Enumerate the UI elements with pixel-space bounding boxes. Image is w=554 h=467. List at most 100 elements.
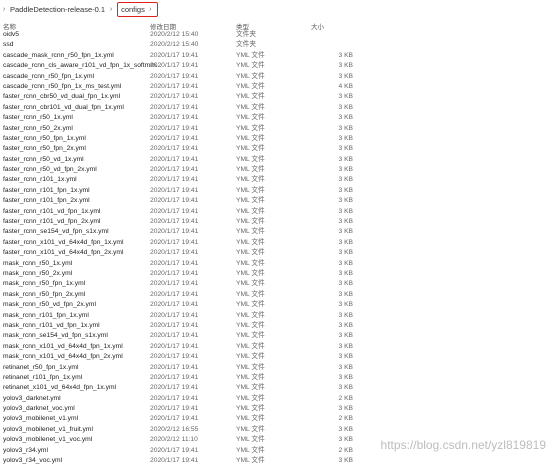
file-row[interactable]: faster_rcnn_r101_fpn_2x.yml 2020/1/17 19:…: [0, 196, 554, 206]
file-row[interactable]: retinanet_r101_fpn_1x.yml 2020/1/17 19:41…: [0, 373, 554, 383]
file-name: faster_rcnn_r50_fpn_1x.yml: [3, 134, 86, 142]
chevron-right-icon[interactable]: ›: [0, 6, 8, 13]
file-name: faster_rcnn_r101_vd_fpn_2x.yml: [3, 218, 101, 226]
file-date-modified: 2020/1/17 19:41: [150, 280, 199, 288]
file-type: YML 文件: [236, 93, 265, 101]
file-name: mask_rcnn_x101_vd_64x4d_fpn_1x.yml: [3, 342, 123, 350]
file-row[interactable]: ssd 2020/2/12 15:40 文件夹: [0, 40, 554, 50]
file-size: 3 KB: [338, 332, 354, 340]
file-row[interactable]: faster_rcnn_r50_fpn_2x.yml 2020/1/17 19:4…: [0, 144, 554, 154]
file-size: 3 KB: [338, 384, 354, 392]
file-row[interactable]: mask_rcnn_r101_fpn_1x.yml 2020/1/17 19:41…: [0, 311, 554, 321]
file-size: 3 KB: [338, 207, 354, 215]
file-type: YML 文件: [236, 301, 265, 309]
watermark: https://blog.csdn.net/yzl819819: [380, 438, 546, 452]
file-row[interactable]: mask_rcnn_x101_vd_64x4d_fpn_2x.yml 2020/1…: [0, 352, 554, 362]
chevron-right-icon[interactable]: ›: [147, 6, 154, 13]
breadcrumb-parent-folder[interactable]: PaddleDetection-release-0.1: [8, 5, 107, 14]
file-row[interactable]: faster_rcnn_cbr101_vd_dual_fpn_1x.yml 202…: [0, 103, 554, 113]
file-date-modified: 2020/1/17 19:41: [150, 353, 199, 361]
file-row[interactable]: faster_rcnn_r50_1x.yml 2020/1/17 19:41 YML…: [0, 113, 554, 123]
file-size: 3 KB: [338, 280, 354, 288]
file-size: 3 KB: [338, 51, 354, 59]
file-row[interactable]: retinanet_r50_fpn_1x.yml 2020/1/17 19:41 Y…: [0, 363, 554, 373]
file-row[interactable]: faster_rcnn_r50_fpn_1x.yml 2020/1/17 19:4…: [0, 134, 554, 144]
file-type: YML 文件: [236, 280, 265, 288]
file-type: YML 文件: [236, 394, 265, 402]
file-row[interactable]: mask_rcnn_r50_1x.yml 2020/1/17 19:41 YML 文…: [0, 259, 554, 269]
file-row[interactable]: faster_rcnn_r101_vd_fpn_1x.yml 2020/1/17 …: [0, 207, 554, 217]
file-date-modified: 2020/1/17 19:41: [150, 311, 199, 319]
file-row[interactable]: yolov3_mobilenet_v1.yml 2020/1/17 19:41 YM…: [0, 414, 554, 424]
file-type: YML 文件: [236, 269, 265, 277]
file-row[interactable]: yolov3_mobilenet_v1_fruit.yml 2020/2/12 1…: [0, 425, 554, 435]
file-size: 3 KB: [338, 134, 354, 142]
file-date-modified: 2020/1/17 19:41: [150, 238, 199, 246]
file-type: YML 文件: [236, 290, 265, 298]
file-size: 3 KB: [338, 186, 354, 194]
breadcrumb: › PaddleDetection-release-0.1 › configs …: [0, 0, 554, 20]
file-row[interactable]: mask_rcnn_r50_fpn_1x.yml 2020/1/17 19:41 Y…: [0, 279, 554, 289]
file-date-modified: 2020/1/17 19:41: [150, 218, 199, 226]
file-date-modified: 2020/1/17 19:41: [150, 384, 199, 392]
file-date-modified: 2020/1/17 19:41: [150, 114, 199, 122]
file-row[interactable]: yolov3_r34_voc.yml 2020/1/17 19:41 YML 文件 3…: [0, 456, 554, 466]
file-row[interactable]: faster_rcnn_x101_vd_64x4d_fpn_2x.yml 2020…: [0, 248, 554, 258]
file-row[interactable]: faster_rcnn_r101_fpn_1x.yml 2020/1/17 19:…: [0, 186, 554, 196]
file-row[interactable]: mask_rcnn_r50_vd_fpn_2x.yml 2020/1/17 19:…: [0, 300, 554, 310]
file-row[interactable]: cascade_rcnn_r50_fpn_1x.yml 2020/1/17 19:…: [0, 72, 554, 82]
file-date-modified: 2020/1/17 19:41: [150, 342, 199, 350]
file-row[interactable]: faster_rcnn_cbr50_vd_dual_fpn_1x.yml 2020…: [0, 92, 554, 102]
file-row[interactable]: mask_rcnn_r50_2x.yml 2020/1/17 19:41 YML 文…: [0, 269, 554, 279]
file-row[interactable]: oidv5 2020/2/12 15:40 文件夹: [0, 30, 554, 40]
file-row[interactable]: faster_rcnn_r50_vd_1x.yml 2020/1/17 19:41…: [0, 155, 554, 165]
file-date-modified: 2020/1/17 19:41: [150, 166, 199, 174]
file-name: faster_rcnn_x101_vd_64x4d_fpn_1x.yml: [3, 238, 124, 246]
file-size: 3 KB: [338, 155, 354, 163]
file-row[interactable]: mask_rcnn_r101_vd_fpn_1x.yml 2020/1/17 19…: [0, 321, 554, 331]
file-row[interactable]: cascade_mask_rcnn_r50_fpn_1x.yml 2020/1/1…: [0, 51, 554, 61]
file-row[interactable]: mask_rcnn_se154_vd_fpn_s1x.yml 2020/1/17 …: [0, 331, 554, 341]
file-type: YML 文件: [236, 321, 265, 329]
file-row[interactable]: faster_rcnn_r101_vd_fpn_2x.yml 2020/1/17 …: [0, 217, 554, 227]
file-row[interactable]: yolov3_darknet_voc.yml 2020/1/17 19:41 YML…: [0, 404, 554, 414]
file-date-modified: 2020/1/17 19:41: [150, 321, 199, 329]
file-date-modified: 2020/1/17 19:41: [150, 207, 199, 215]
file-type: YML 文件: [236, 145, 265, 153]
file-row[interactable]: mask_rcnn_x101_vd_64x4d_fpn_1x.yml 2020/1…: [0, 342, 554, 352]
file-type: YML 文件: [236, 363, 265, 371]
file-name: yolov3_r34.yml: [3, 446, 48, 454]
file-name: yolov3_darknet_voc.yml: [3, 405, 75, 413]
file-type: YML 文件: [236, 186, 265, 194]
file-name: yolov3_darknet.yml: [3, 394, 61, 402]
file-date-modified: 2020/1/17 19:41: [150, 93, 199, 101]
file-name: yolov3_mobilenet_v1_voc.yml: [3, 436, 93, 444]
file-list: oidv5 2020/2/12 15:40 文件夹 ssd 2020/2/12 15:4…: [0, 30, 554, 466]
file-row[interactable]: faster_rcnn_r101_1x.yml 2020/1/17 19:41 YM…: [0, 175, 554, 185]
file-type: YML 文件: [236, 124, 265, 132]
file-size: 2 KB: [338, 446, 354, 454]
file-size: 3 KB: [338, 238, 354, 246]
file-row[interactable]: retinanet_x101_vd_64x4d_fpn_1x.yml 2020/1…: [0, 383, 554, 393]
breadcrumb-current-folder[interactable]: configs ›: [117, 2, 158, 17]
file-row[interactable]: faster_rcnn_r50_2x.yml 2020/1/17 19:41 YML…: [0, 124, 554, 134]
file-row[interactable]: faster_rcnn_r50_vd_fpn_2x.yml 2020/1/17 1…: [0, 165, 554, 175]
file-name: cascade_rcnn_cls_aware_r101_vd_fpn_1x_so…: [3, 62, 162, 70]
file-type: YML 文件: [236, 134, 265, 142]
file-row[interactable]: faster_rcnn_x101_vd_64x4d_fpn_1x.yml 2020…: [0, 238, 554, 248]
file-row[interactable]: mask_rcnn_r50_fpn_2x.yml 2020/1/17 19:41 Y…: [0, 290, 554, 300]
chevron-right-icon[interactable]: ›: [107, 6, 115, 13]
file-row[interactable]: cascade_rcnn_r50_fpn_1x_ms_test.yml 2020/…: [0, 82, 554, 92]
file-row[interactable]: faster_rcnn_se154_vd_fpn_s1x.yml 2020/1/1…: [0, 227, 554, 237]
file-date-modified: 2020/1/17 19:41: [150, 301, 199, 309]
file-size: 3 KB: [338, 373, 354, 381]
file-date-modified: 2020/1/17 19:41: [150, 124, 199, 132]
file-date-modified: 2020/1/17 19:41: [150, 415, 199, 423]
file-type: YML 文件: [236, 457, 265, 465]
file-row[interactable]: yolov3_darknet.yml 2020/1/17 19:41 YML 文件 2…: [0, 394, 554, 404]
file-type: YML 文件: [236, 207, 265, 215]
file-row[interactable]: cascade_rcnn_cls_aware_r101_vd_fpn_1x_so…: [0, 61, 554, 71]
file-type: YML 文件: [236, 384, 265, 392]
breadcrumb-current-label[interactable]: configs: [121, 5, 145, 14]
file-date-modified: 2020/1/17 19:41: [150, 145, 199, 153]
